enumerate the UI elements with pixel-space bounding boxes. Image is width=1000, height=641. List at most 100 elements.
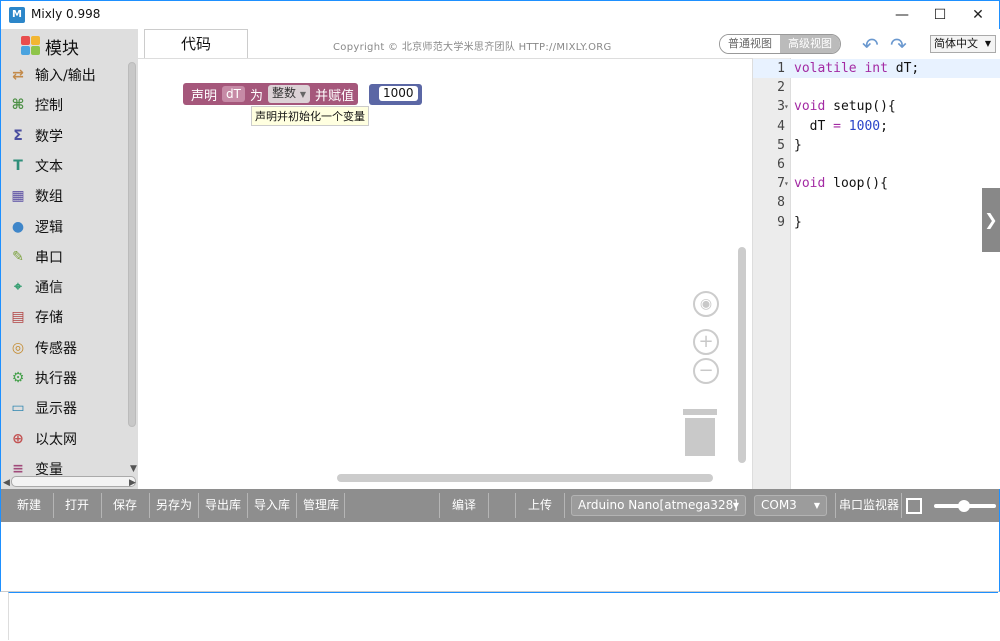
code-line[interactable]: 9} (753, 213, 1000, 232)
undo-icon[interactable]: ↶ (862, 33, 879, 57)
sidebar-item-3[interactable]: T 文本 (9, 153, 63, 179)
sidebar-item-9[interactable]: ◎ 传感器 (9, 335, 77, 361)
code-text: } (794, 214, 802, 230)
puzzle-icon (21, 36, 41, 56)
line-number: 7 (777, 176, 785, 192)
code-line[interactable]: 5} (753, 136, 1000, 155)
sidebar-item-0[interactable]: ⇄ 输入/输出 (9, 62, 96, 88)
scroll-right-arrow-icon[interactable]: ▶ (129, 478, 136, 488)
math-sigma-icon: Σ (13, 127, 23, 144)
sidebar-item-11[interactable]: ▭ 显示器 (9, 395, 77, 421)
recenter-icon[interactable]: ◉ (693, 291, 719, 317)
chip-icon[interactable] (906, 498, 922, 514)
sidebar-item-label: 显示器 (35, 401, 77, 418)
basic-view-button[interactable]: 普通视图 (720, 35, 780, 53)
save-as-button[interactable]: 另存为 (151, 489, 197, 522)
block-declare-label: 声明 (191, 88, 218, 104)
sidebar-item-2[interactable]: Σ 数学 (9, 123, 63, 149)
sidebar-vertical-scrollbar[interactable] (128, 62, 136, 427)
output-console[interactable] (0, 522, 1000, 592)
line-number: 1 (777, 61, 785, 76)
sidebar-item-label: 存储 (35, 310, 63, 327)
sidebar-item-label: 控制 (35, 98, 63, 115)
redo-icon[interactable]: ↷ (890, 33, 907, 57)
open-button[interactable]: 打开 (55, 489, 99, 522)
scroll-down-arrow-icon[interactable]: ▼ (130, 464, 137, 474)
code-line[interactable]: 8 (753, 193, 1000, 212)
fold-arrow-icon[interactable]: ▾ (784, 97, 789, 116)
sidebar-item-label: 通信 (35, 280, 63, 297)
code-line[interactable]: 6 (753, 155, 1000, 174)
export-library-button[interactable]: 导出库 (200, 489, 246, 522)
workspace-vertical-scrollbar[interactable] (738, 247, 746, 463)
board-select[interactable]: Arduino Nano[atmega328] ▼ (571, 495, 746, 516)
window-title: Mixly 0.998 (31, 7, 101, 21)
code-text: volatile int dT; (794, 61, 920, 76)
manage-library-button[interactable]: 管理库 (298, 489, 344, 522)
declare-variable-block[interactable]: 声明 dT 为 整数 ▼ 并赋值 (183, 83, 358, 105)
code-line[interactable]: 7 ▾ void loop(){ (753, 174, 1000, 193)
sidebar-item-1[interactable]: ⌘ 控制 (9, 92, 64, 118)
close-button[interactable]: ✕ (955, 1, 1000, 29)
code-text: void setup(){ (794, 99, 896, 115)
blockly-workspace[interactable]: 声明 dT 为 整数 ▼ 并赋值 1000 声明并初始化一个变量 ◉ + − (138, 58, 752, 489)
io-arrows-icon: ⇄ (12, 67, 24, 83)
zoom-in-icon[interactable]: + (693, 329, 719, 355)
board-select-value: Arduino Nano[atmega328] (578, 498, 738, 512)
sidebar-item-6[interactable]: ✎ 串口 (9, 244, 63, 270)
array-blocks-icon: ▦ (11, 188, 25, 205)
text-t-icon: T (13, 157, 23, 174)
globe-icon: ⊕ (12, 430, 24, 447)
variable-name-field[interactable]: dT (222, 86, 245, 102)
actuator-icon: ⚙ (11, 370, 25, 386)
modules-header: 模块 (21, 33, 79, 59)
compile-button[interactable]: 编译 (441, 489, 487, 522)
sidebar-horizontal-scrollbar[interactable] (11, 476, 136, 487)
modules-header-label: 模块 (45, 38, 79, 59)
sidebar-item-12[interactable]: ⊕ 以太网 (9, 426, 77, 452)
port-select[interactable]: COM3 ▼ (754, 495, 827, 516)
number-value-field[interactable]: 1000 (379, 86, 418, 101)
line-number: 4 (777, 118, 785, 134)
save-button[interactable]: 保存 (103, 489, 147, 522)
import-library-button[interactable]: 导入库 (249, 489, 295, 522)
code-line[interactable]: 3 ▾ void setup(){ (753, 97, 1000, 116)
language-select[interactable]: 简体中文 ▼ (930, 35, 996, 53)
serial-monitor-button[interactable]: 串口监视器 (837, 489, 901, 522)
code-line[interactable]: 4 dT = 1000; (753, 117, 1000, 136)
code-line[interactable]: 2 (753, 78, 1000, 97)
sidebar-item-10[interactable]: ⚙ 执行器 (9, 365, 77, 391)
sidebar-item-7[interactable]: ⌖ 通信 (9, 274, 63, 300)
collapse-panel-chevron-icon[interactable]: ❯ (982, 188, 1000, 252)
fold-arrow-icon[interactable]: ▾ (784, 174, 789, 193)
chevron-down-icon: ▼ (299, 90, 306, 99)
serial-pen-icon: ✎ (12, 248, 24, 265)
zoom-slider-handle[interactable] (958, 500, 970, 512)
advanced-view-button[interactable]: 高级视图 (780, 35, 840, 53)
number-value-block[interactable]: 1000 (369, 84, 422, 105)
workspace-horizontal-scrollbar[interactable] (337, 474, 713, 482)
variable-type-value: 整数 (271, 86, 296, 100)
tab-code[interactable]: 代码 (144, 29, 248, 58)
trash-icon[interactable] (683, 409, 717, 457)
upload-button[interactable]: 上传 (517, 489, 563, 522)
monitor-icon: ▭ (11, 400, 25, 417)
sidebar-item-4[interactable]: ▦ 数组 (9, 183, 63, 209)
lightbulb-icon: ● (11, 218, 25, 235)
sidebar-item-label: 数学 (35, 128, 63, 145)
sidebar-item-5[interactable]: ● 逻辑 (9, 214, 63, 240)
sidebar-item-label: 传感器 (35, 340, 77, 357)
line-number: 8 (777, 195, 785, 211)
code-editor[interactable]: 1 volatile int dT; 2 3 ▾ void setup(){4 dT = … (752, 58, 1000, 489)
scroll-left-arrow-icon[interactable]: ◀ (3, 478, 10, 488)
language-select-value: 简体中文 (934, 37, 978, 50)
variable-type-dropdown[interactable]: 整数 ▼ (267, 85, 310, 103)
zoom-out-icon[interactable]: − (693, 358, 719, 384)
sidebar-item-8[interactable]: ▤ 存储 (9, 304, 63, 330)
sidebar-item-label: 以太网 (35, 431, 77, 448)
new-button[interactable]: 新建 (7, 489, 51, 522)
storage-icon: ▤ (11, 309, 25, 326)
chevron-down-icon: ▼ (813, 501, 820, 510)
code-line[interactable]: 1 volatile int dT; (753, 59, 1000, 78)
sidebar-item-label: 执行器 (35, 371, 77, 387)
